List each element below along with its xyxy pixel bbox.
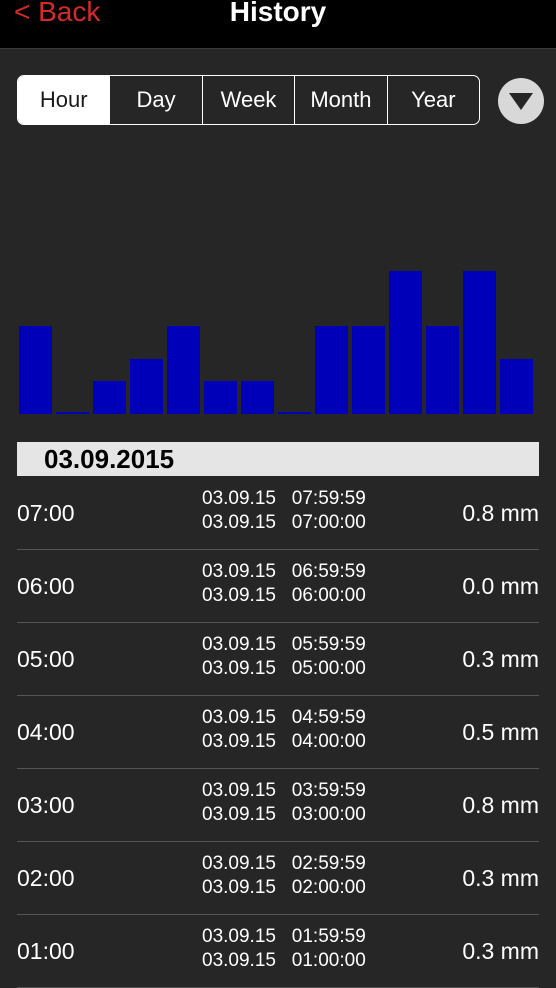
row-end-time: 03.09.15 06:59:59 — [202, 561, 366, 582]
row-rainfall-value: 0.0 mm — [462, 573, 539, 599]
row-time-range: 03.09.15 02:59:59 03.09.15 02:00:00 — [202, 852, 366, 900]
row-time-range: 03.09.15 03:59:59 03.09.15 03:00:00 — [202, 779, 366, 827]
table-row[interactable]: 06:00 03.09.15 06:59:59 03.09.15 06:00:00 0… — [17, 550, 539, 623]
row-rainfall-value: 0.5 mm — [462, 719, 539, 745]
segment-day[interactable]: Day — [109, 76, 201, 124]
row-rainfall-value: 0.3 mm — [462, 938, 539, 964]
dropdown-button[interactable] — [498, 78, 544, 124]
chart-bar — [500, 359, 533, 414]
chart-bar — [167, 326, 200, 414]
row-hour-label: 04:00 — [17, 719, 75, 745]
row-time-range: 03.09.15 01:59:59 03.09.15 01:00:00 — [202, 925, 366, 973]
chart-bar — [426, 326, 459, 414]
row-hour-label: 01:00 — [17, 938, 75, 964]
chart-bar — [19, 326, 52, 414]
row-end-time: 03.09.15 07:59:59 — [202, 488, 366, 509]
navigation-bar: < Back History — [0, 0, 556, 49]
row-hour-label: 07:00 — [17, 500, 75, 526]
segment-month[interactable]: Month — [294, 76, 386, 124]
row-hour-label: 03:00 — [17, 792, 75, 818]
row-hour-label: 05:00 — [17, 646, 75, 672]
row-rainfall-value: 0.3 mm — [462, 646, 539, 672]
row-start-time: 03.09.15 05:00:00 — [202, 658, 366, 679]
row-end-time: 03.09.15 02:59:59 — [202, 853, 366, 874]
row-rainfall-value: 0.8 mm — [462, 500, 539, 526]
chart-bar — [389, 271, 422, 414]
row-start-time: 03.09.15 06:00:00 — [202, 585, 366, 606]
row-time-range: 03.09.15 06:59:59 03.09.15 06:00:00 — [202, 560, 366, 608]
segment-week[interactable]: Week — [201, 76, 294, 124]
chart-bar — [352, 326, 385, 414]
row-start-time: 03.09.15 07:00:00 — [202, 512, 366, 533]
chart-bar — [56, 412, 89, 414]
row-rainfall-value: 0.3 mm — [462, 865, 539, 891]
table-row[interactable]: 01:00 03.09.15 01:59:59 03.09.15 01:00:00 0… — [17, 915, 539, 988]
page-title: History — [229, 0, 327, 27]
table-row[interactable]: 05:00 03.09.15 05:59:59 03.09.15 05:00:00 0… — [17, 623, 539, 696]
row-start-time: 03.09.15 02:00:00 — [202, 877, 366, 898]
history-list: 07:00 03.09.15 07:59:59 03.09.15 07:00:00 0… — [17, 477, 539, 988]
chart-bar — [241, 381, 274, 414]
rainfall-bar-chart — [19, 271, 533, 414]
chart-bar — [463, 271, 496, 414]
row-time-range: 03.09.15 07:59:59 03.09.15 07:00:00 — [202, 487, 366, 535]
table-row[interactable]: 02:00 03.09.15 02:59:59 03.09.15 02:00:00 0… — [17, 842, 539, 915]
row-end-time: 03.09.15 01:59:59 — [202, 926, 366, 947]
row-time-range: 03.09.15 04:59:59 03.09.15 04:00:00 — [202, 706, 366, 754]
table-row[interactable]: 03:00 03.09.15 03:59:59 03.09.15 03:00:00 0… — [17, 769, 539, 842]
row-time-range: 03.09.15 05:59:59 03.09.15 05:00:00 — [202, 633, 366, 681]
row-start-time: 03.09.15 03:00:00 — [202, 804, 366, 825]
row-hour-label: 06:00 — [17, 573, 75, 599]
chart-bar — [315, 326, 348, 414]
row-hour-label: 02:00 — [17, 865, 75, 891]
table-row[interactable]: 07:00 03.09.15 07:59:59 03.09.15 07:00:00 0… — [17, 477, 539, 550]
period-segmented-control: Hour Day Week Month Year — [17, 75, 480, 125]
segment-year[interactable]: Year — [386, 76, 479, 124]
date-section-header: 03.09.2015 — [17, 442, 539, 476]
row-start-time: 03.09.15 04:00:00 — [202, 731, 366, 752]
segment-hour[interactable]: Hour — [18, 76, 110, 124]
row-start-time: 03.09.15 01:00:00 — [202, 950, 366, 971]
row-end-time: 03.09.15 05:59:59 — [202, 634, 366, 655]
row-rainfall-value: 0.8 mm — [462, 792, 539, 818]
chevron-down-icon — [509, 93, 533, 110]
chart-bar — [130, 359, 163, 414]
chart-bar — [93, 381, 126, 414]
row-end-time: 03.09.15 04:59:59 — [202, 707, 366, 728]
table-row[interactable]: 04:00 03.09.15 04:59:59 03.09.15 04:00:00 0… — [17, 696, 539, 769]
chart-bar — [204, 381, 237, 414]
chart-bar — [278, 412, 311, 414]
row-end-time: 03.09.15 03:59:59 — [202, 780, 366, 801]
